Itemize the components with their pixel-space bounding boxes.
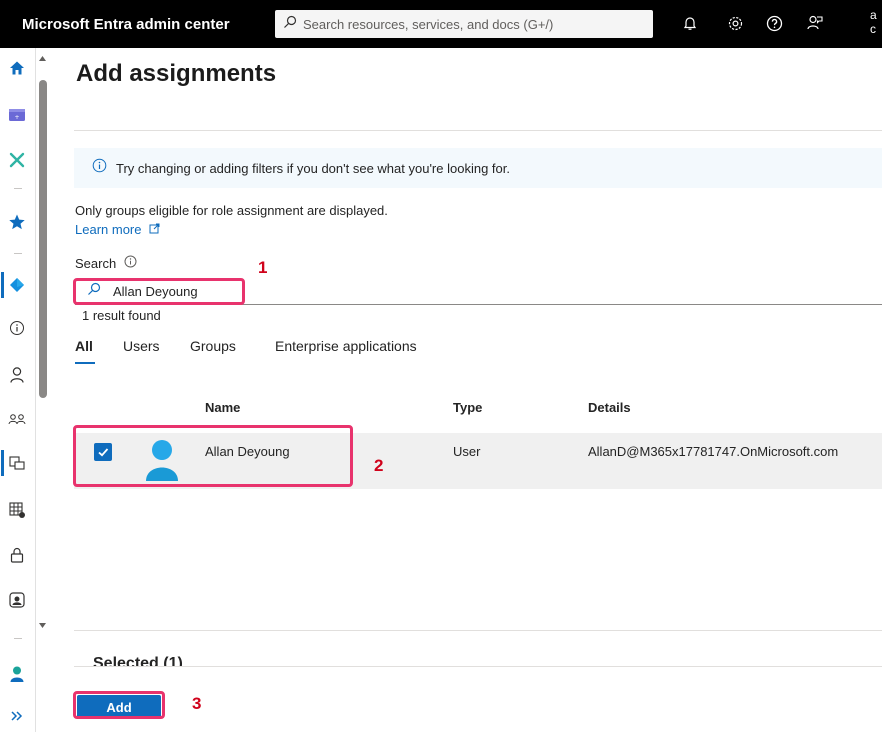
add-assignments-panel: Add assignments Try changing or adding f… [50,48,882,732]
nav-active-indicator [1,450,4,476]
global-search-placeholder: Search resources, services, and docs (G+… [303,16,554,32]
info-message-bar: Try changing or adding filters if you do… [74,148,882,188]
lock-icon[interactable] [5,543,29,567]
tab-enterprise-applications[interactable]: Enterprise applications [275,338,417,354]
checkmark-icon [98,448,109,457]
dashboard-icon[interactable]: + [5,103,29,127]
identity-governance-icon[interactable] [5,588,29,612]
row-name: Allan Deyoung [205,444,290,459]
footer-divider [74,666,882,667]
nav-active-indicator [1,272,4,298]
learn-more-label: Learn more [75,222,142,237]
add-button[interactable]: Add [77,695,161,719]
column-header-details[interactable]: Details [588,400,631,415]
step-number-2: 2 [374,456,384,475]
column-header-name[interactable]: Name [205,400,240,415]
table-row[interactable]: Allan Deyoung User AllanD@M365x17781747.… [74,433,882,489]
selected-count-label: Selected (1) [93,655,183,666]
search-label-text: Search [75,255,117,271]
info-circle-icon[interactable] [5,316,29,340]
global-search-input[interactable]: Search resources, services, and docs (G+… [275,10,653,38]
user-profile-icon[interactable] [5,662,29,686]
tab-users[interactable]: Users [123,338,160,354]
help-icon[interactable] [763,12,785,34]
nav-separator [14,188,22,189]
svg-text:+: + [14,114,19,121]
user-icon[interactable] [5,363,29,387]
header-divider [74,130,882,131]
learn-more-link[interactable]: Learn more [75,222,160,237]
grid-icon[interactable] [5,498,29,522]
nav-separator [14,253,22,254]
tab-all[interactable]: All [75,338,93,354]
tab-groups[interactable]: Groups [190,338,236,354]
nav-separator [14,638,22,639]
favorites-star-icon[interactable] [5,210,29,234]
feedback-icon[interactable] [804,12,826,34]
result-count: 1 result found [82,308,161,323]
search-icon [87,282,101,301]
search-input-value: Allan Deyoung [113,284,198,299]
external-link-icon [141,222,160,237]
top-bar: Microsoft Entra admin center Search reso… [0,0,882,48]
entra-diamond-icon[interactable] [5,273,29,297]
user-avatar-icon [142,437,182,481]
account-line-1: a [870,8,877,22]
page-title: Add assignments [76,60,277,87]
info-circle-icon [92,158,107,178]
tools-icon[interactable] [5,148,29,172]
settings-gear-icon[interactable] [724,12,746,34]
column-header-type[interactable]: Type [453,400,482,415]
row-checkbox[interactable] [94,443,112,461]
account-line-2: c [870,22,876,36]
step-number-1: 1 [258,258,268,277]
applications-icon[interactable] [5,451,29,475]
active-tab-indicator [75,362,95,364]
eligible-groups-note: Only groups eligible for role assignment… [75,203,388,218]
info-circle-icon[interactable] [116,255,137,271]
step-number-3: 3 [192,694,202,713]
account-info[interactable]: a c [870,8,877,36]
info-message-text: Try changing or adding filters if you do… [116,160,510,176]
expand-chevrons-icon[interactable] [5,704,29,728]
home-icon[interactable] [5,56,29,80]
row-details: AllanD@M365x17781747.OnMicrosoft.com [588,444,839,459]
search-icon [283,15,297,34]
app-title[interactable]: Microsoft Entra admin center [22,16,230,33]
nav-scrollbar-thumb[interactable] [39,80,47,398]
list-divider [74,630,882,631]
notifications-bell-icon[interactable] [679,12,701,34]
search-label: Search [75,255,137,271]
search-input[interactable]: Allan Deyoung [75,279,882,305]
row-type: User [453,444,481,459]
groups-icon[interactable] [5,408,29,432]
left-navigation: + [0,48,36,732]
